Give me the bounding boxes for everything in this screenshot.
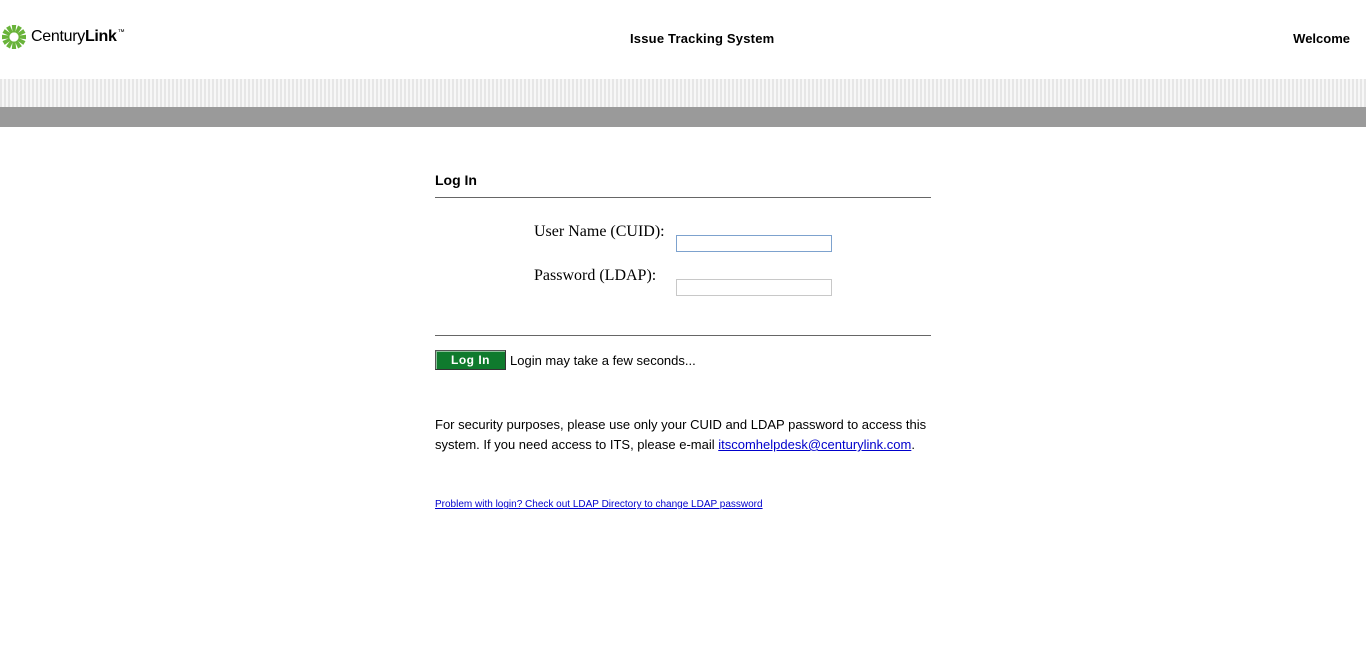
app-title: Issue Tracking System (630, 31, 775, 46)
divider (435, 197, 931, 198)
divider (435, 335, 931, 336)
login-note: Login may take a few seconds... (510, 352, 696, 368)
username-label: User Name (CUID): (534, 223, 665, 240)
login-page: CenturyLink™ Issue Tracking System Welco… (0, 0, 1366, 657)
centurylink-sunburst-icon (2, 25, 26, 49)
logo: CenturyLink™ (1, 24, 125, 50)
login-panel: Log In User Name (CUID): Password (LDAP)… (435, 170, 931, 510)
header-stripe-band (0, 79, 1366, 107)
welcome-text: Welcome (1293, 31, 1350, 46)
security-notice: For security purposes, please use only y… (435, 415, 935, 455)
password-label: Password (LDAP): (534, 267, 657, 284)
username-input[interactable] (676, 235, 832, 252)
helpdesk-email-link[interactable]: itscomhelpdesk@centurylink.com (718, 437, 911, 452)
login-button[interactable]: Log In (435, 350, 506, 370)
password-input[interactable] (676, 279, 832, 296)
security-text-end: . (911, 437, 915, 452)
logo-wordmark: CenturyLink™ (31, 28, 125, 45)
header: CenturyLink™ Issue Tracking System Welco… (0, 0, 1366, 79)
header-gray-bar (0, 107, 1366, 127)
login-row: Log In Login may take a few seconds... (435, 350, 696, 370)
login-title: Log In (435, 172, 477, 188)
ldap-directory-link[interactable]: Problem with login? Check out LDAP Direc… (435, 499, 763, 510)
